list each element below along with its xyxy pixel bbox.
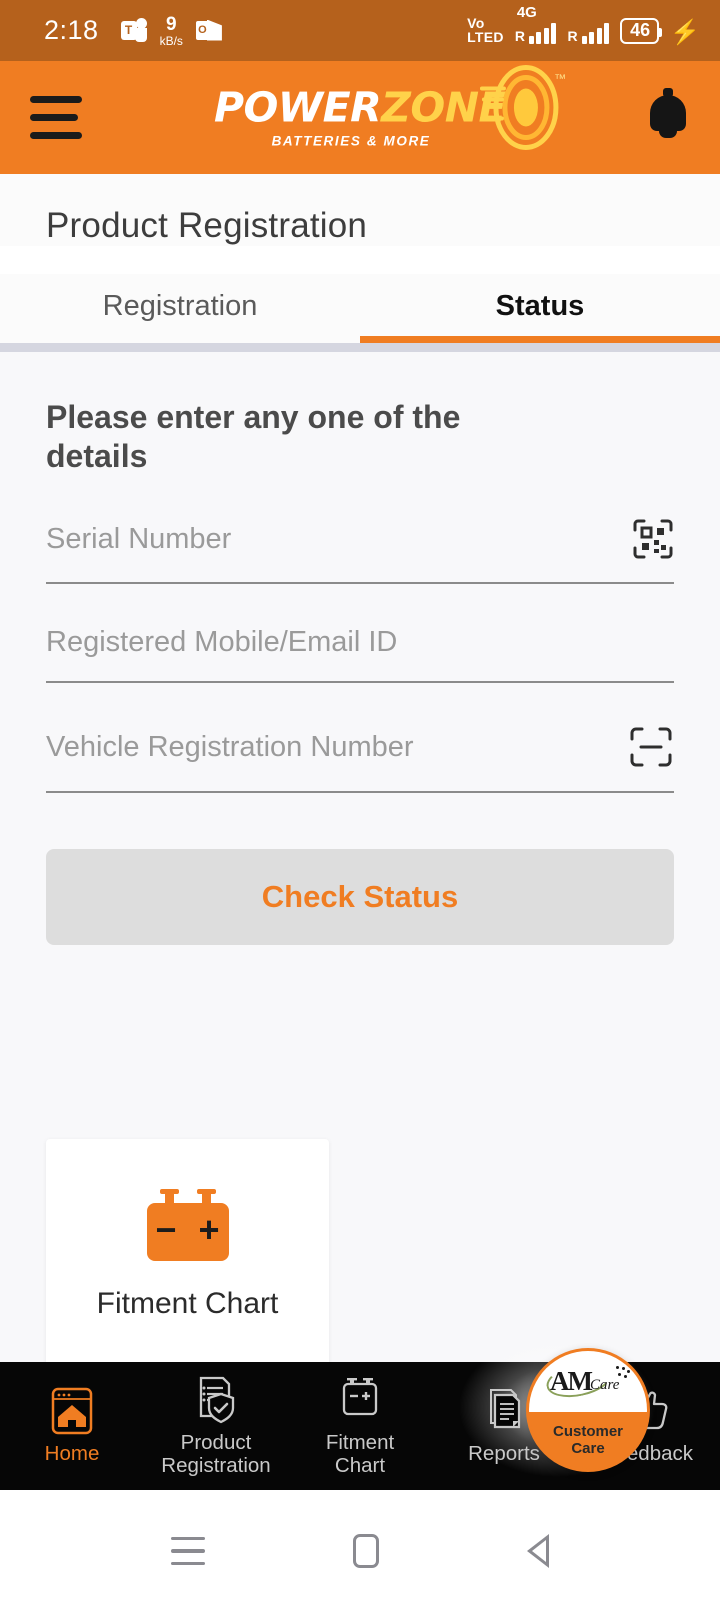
- nav-label-product-registration: Product Registration: [161, 1430, 271, 1477]
- teams-icon: [120, 17, 147, 44]
- volte-line2: LTED: [467, 28, 504, 45]
- outlook-icon: [195, 19, 222, 42]
- serial-number-input[interactable]: Serial Number: [46, 523, 632, 556]
- sim2-roaming-label: R: [567, 27, 578, 44]
- battery-plus-symbol: +: [198, 1209, 220, 1250]
- system-navigation-bar: [0, 1490, 720, 1612]
- nav-reports-line1: Reports: [468, 1442, 540, 1466]
- document-shield-icon: [199, 1376, 235, 1424]
- tab-status[interactable]: Status: [360, 274, 720, 343]
- nav-home-line1: Home: [44, 1442, 100, 1466]
- serial-number-field[interactable]: Serial Number: [46, 518, 674, 585]
- page-title: Product Registration: [46, 206, 368, 245]
- vehicle-registration-field[interactable]: Vehicle Registration Number: [46, 725, 674, 794]
- nav-label-home: Home: [44, 1442, 100, 1466]
- customer-care-button[interactable]: AM Care Customer Care: [526, 1348, 650, 1472]
- amcare-logo-dots-icon: [616, 1365, 630, 1380]
- logo-trademark: ™: [554, 71, 567, 85]
- nav-label-reports: Reports: [468, 1442, 540, 1466]
- customer-care-line2: Care: [571, 1439, 605, 1457]
- form-heading: Please enter any one of the details: [46, 399, 461, 475]
- fitment-chart-label: Fitment Chart: [96, 1286, 279, 1320]
- reports-icon: [490, 1389, 521, 1429]
- battery-outline-icon: [342, 1377, 378, 1416]
- nav-fitment-line1: Fitment: [325, 1430, 395, 1454]
- charging-bolt-icon: ⚡: [670, 18, 700, 46]
- battery-icon: 46: [620, 17, 663, 44]
- amcare-logo: AM Care: [529, 1351, 647, 1413]
- nav-product-line1: Product: [180, 1430, 252, 1454]
- nav-label-fitment-chart: Fitment Chart: [325, 1430, 395, 1477]
- app-header: POWERZONE ™ BATTERIES & MORE: [0, 61, 720, 174]
- logo-text-power: POWER: [213, 83, 382, 131]
- tab-divider: [0, 343, 720, 352]
- mobile-email-input[interactable]: Registered Mobile/Email ID: [46, 626, 674, 659]
- sim1-roaming-label: R: [514, 27, 525, 44]
- status-form-panel: Please enter any one of the details Seri…: [0, 352, 720, 1370]
- nav-product-line2: Registration: [161, 1453, 271, 1477]
- network-speed-unit: kB/s: [159, 33, 183, 48]
- back-triangle-icon[interactable]: [527, 1534, 549, 1568]
- amcare-logo-am: AM: [550, 1365, 593, 1396]
- nav-item-product-registration[interactable]: Product Registration: [144, 1375, 288, 1477]
- nav-item-fitment-chart[interactable]: Fitment Chart: [288, 1375, 432, 1477]
- bell-icon[interactable]: [646, 87, 690, 143]
- scan-frame-icon[interactable]: [628, 725, 674, 769]
- powerzone-logo: POWERZONE ™ BATTERIES & MORE: [214, 65, 566, 150]
- status-time: 2:18: [44, 15, 99, 45]
- fitment-chart-card[interactable]: − + Fitment Chart: [46, 1139, 329, 1370]
- hamburger-menu-icon[interactable]: [30, 96, 86, 139]
- network-type-label: 4G: [516, 3, 537, 21]
- status-left-icons: 9 kB/s: [120, 15, 222, 47]
- nav-item-home[interactable]: Home: [0, 1386, 144, 1466]
- battery-minus-symbol: −: [155, 1209, 177, 1250]
- check-status-button[interactable]: Check Status: [46, 849, 674, 946]
- customer-care-line1: Customer: [552, 1423, 623, 1441]
- sim1-signal-icon: 4G R: [514, 4, 557, 44]
- sim2-signal-icon: R: [567, 22, 610, 44]
- volte-icon: Vo LTED: [467, 16, 504, 45]
- status-bar: 2:18 9 kB/s Vo LTED 4G R R 46 ⚡: [0, 0, 720, 61]
- home-icon: [51, 1387, 93, 1435]
- vehicle-registration-input[interactable]: Vehicle Registration Number: [46, 731, 628, 764]
- tab-bar: Registration Status: [0, 274, 720, 343]
- tab-registration[interactable]: Registration: [0, 274, 360, 343]
- battery-percent: 46: [630, 20, 651, 41]
- home-square-icon[interactable]: [353, 1534, 379, 1568]
- battery-icon: − +: [146, 1188, 229, 1261]
- logo-tagline: BATTERIES & MORE: [271, 133, 431, 148]
- qr-scan-icon[interactable]: [632, 518, 674, 560]
- network-speed-value: 9: [165, 13, 177, 35]
- recents-icon[interactable]: [171, 1536, 205, 1566]
- mobile-email-field[interactable]: Registered Mobile/Email ID: [46, 626, 674, 684]
- network-speed-indicator: 9 kB/s: [160, 15, 183, 47]
- logo-wordmark: POWERZONE: [214, 87, 507, 128]
- nav-fitment-line2: Chart: [334, 1453, 386, 1477]
- page-title-bar: Product Registration: [0, 174, 720, 246]
- status-right-icons: Vo LTED 4G R R 46 ⚡: [467, 4, 700, 46]
